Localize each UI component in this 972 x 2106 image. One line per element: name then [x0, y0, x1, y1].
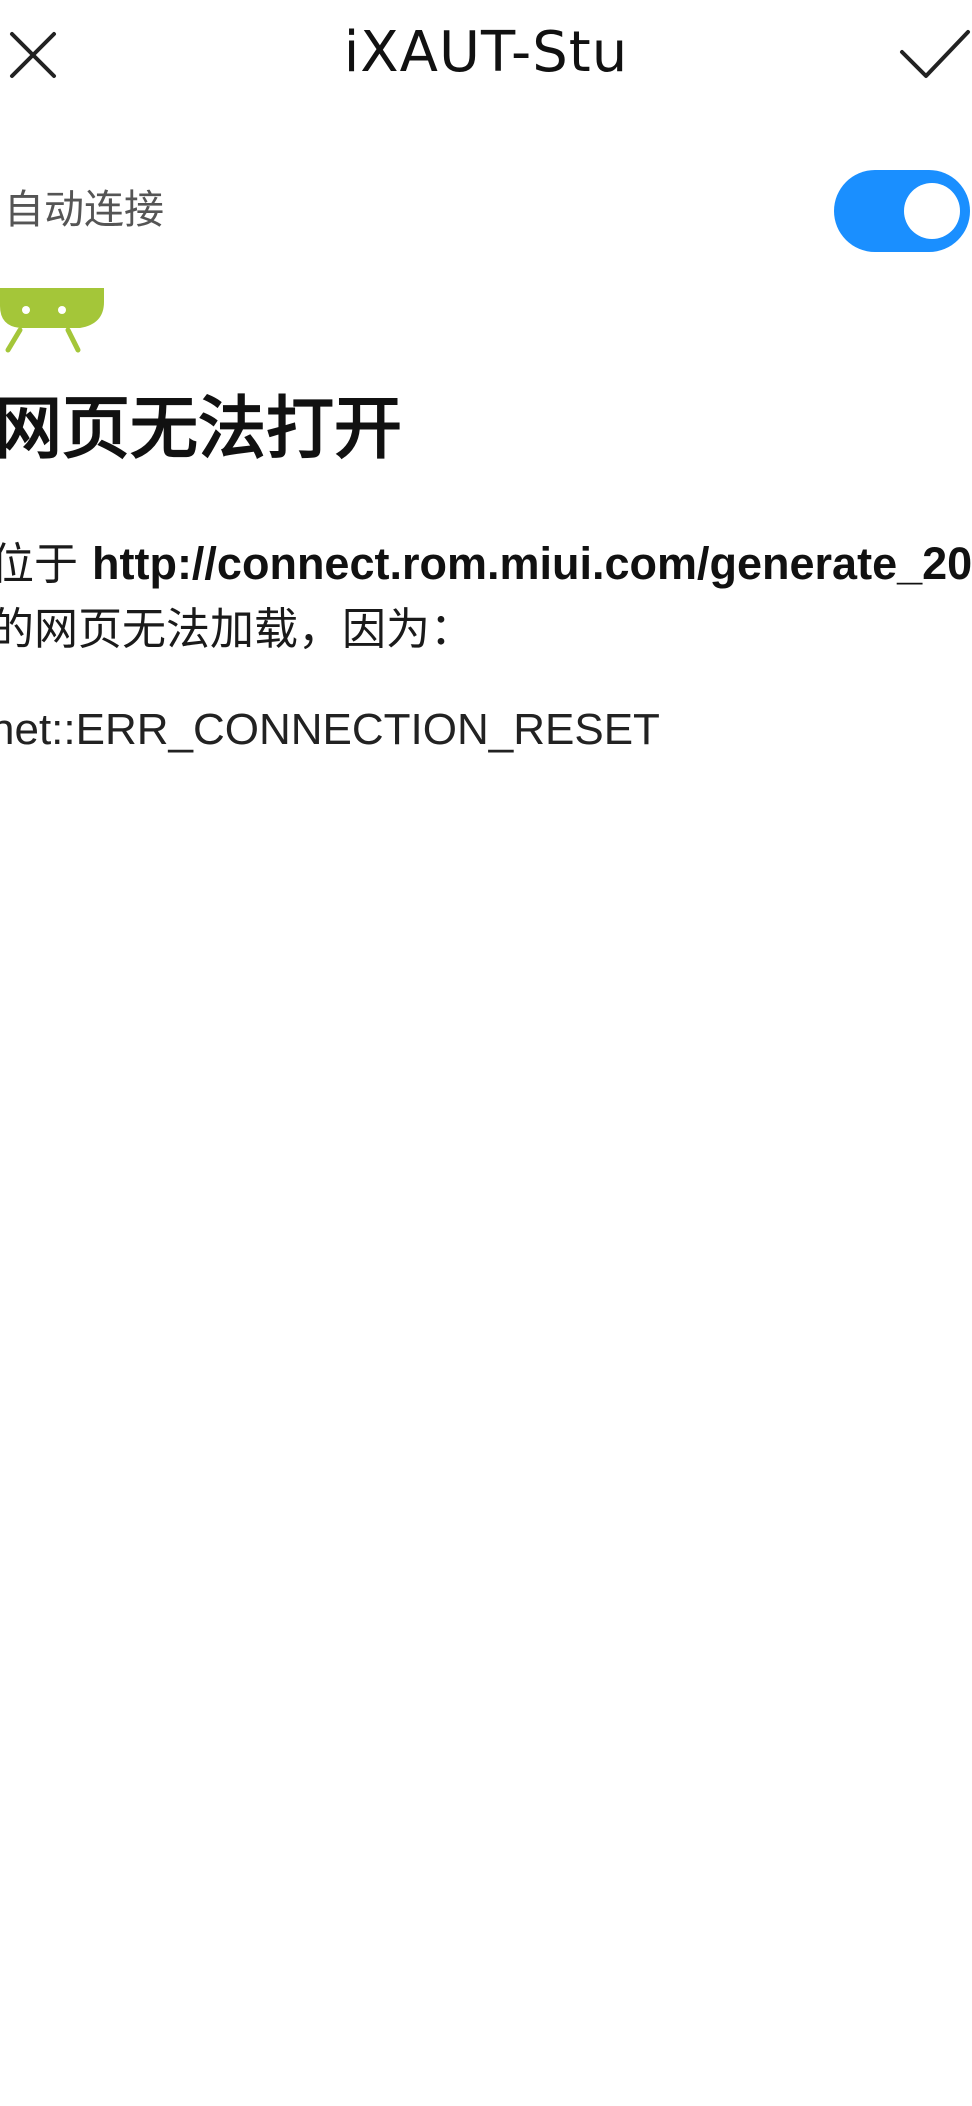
check-icon [900, 30, 970, 78]
error-code: net::ERR_CONNECTION_RESET [0, 705, 660, 754]
confirm-button[interactable] [896, 22, 972, 84]
page-title: iXAUT-Stu [343, 20, 629, 85]
auto-connect-row: 自动连接 [0, 160, 972, 264]
error-title: 网页无法打开 [0, 390, 403, 469]
auto-connect-toggle[interactable] [834, 170, 970, 252]
app-header: iXAUT-Stu [0, 0, 972, 108]
failed-url: http://connect.rom.miui.com/generate_204 [92, 538, 972, 589]
error-description-line2: 的网页无法加载，因为： [0, 604, 474, 655]
auto-connect-label: 自动连接 [4, 187, 164, 233]
error-description-line1: 位于 http://connect.rom.miui.com/generate_… [0, 534, 972, 595]
android-robot-icon [0, 284, 110, 360]
error-prefix: 位于 [0, 539, 78, 590]
toggle-knob [904, 183, 960, 239]
